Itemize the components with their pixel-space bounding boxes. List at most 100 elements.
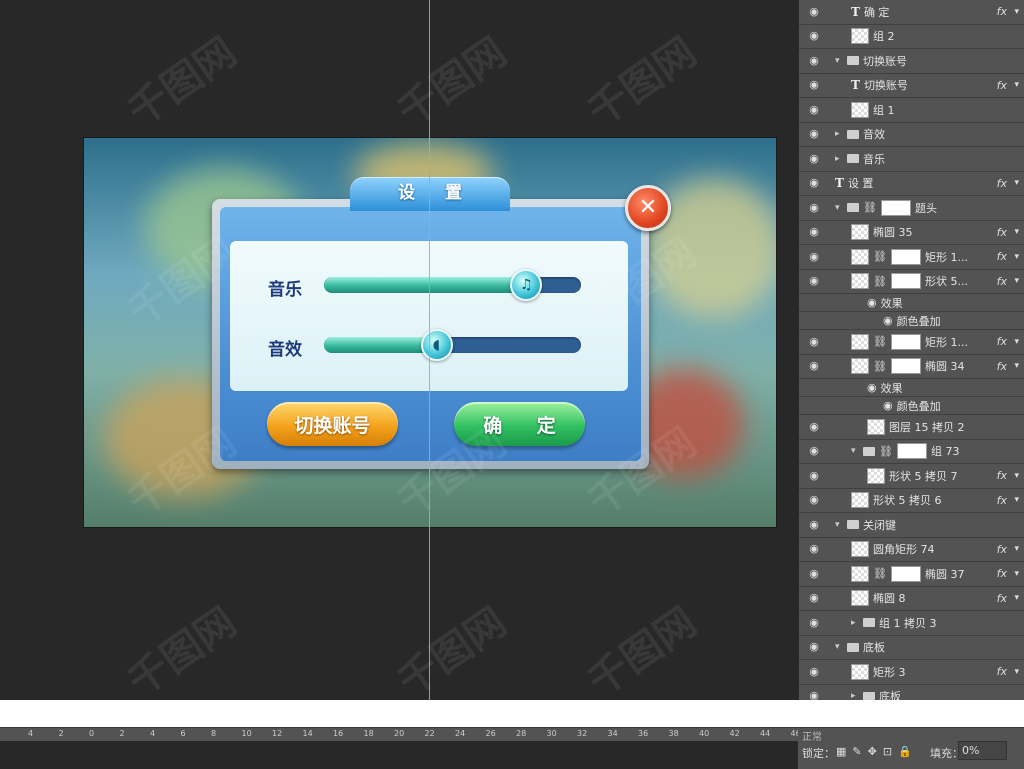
layer-row[interactable]: ◉ 圆角矩形 74 fx ▾ [799, 537, 1024, 562]
eye-icon[interactable]: ◉ [807, 54, 821, 68]
fx-icon[interactable]: fx [997, 665, 1007, 678]
layer-row[interactable]: ◉ 椭圆 8 fx ▾ [799, 586, 1024, 611]
eye-icon[interactable]: ◉ [807, 29, 821, 43]
eye-icon[interactable]: ◉ [807, 591, 821, 605]
mask-thumbnail [890, 565, 921, 582]
music-note-icon[interactable]: ♫ [510, 269, 543, 301]
fx-icon[interactable]: fx [997, 543, 1007, 556]
eye-icon[interactable]: ◉ [807, 567, 821, 581]
layer-row[interactable]: ◉ 效果 [799, 294, 1024, 312]
fx-icon[interactable]: fx [997, 177, 1007, 190]
eye-icon[interactable]: ◉ [807, 103, 821, 117]
layer-row[interactable]: ◉ ▸ 底板 [799, 684, 1024, 700]
chevron-down-icon[interactable]: ▾ [1014, 544, 1019, 554]
chevron-down-icon[interactable]: ▾ [1014, 178, 1019, 188]
eye-icon[interactable]: ◉ [807, 359, 821, 373]
horizontal-ruler[interactable]: 4 2 0 2 4 6 8 10 12 14 16 18 20 22 24 26 28 30 32 34 36 38 40 4… [0, 727, 801, 742]
chevron-down-icon[interactable]: ▾ [1014, 667, 1019, 677]
chevron-down-icon[interactable]: ▾ [1014, 361, 1019, 371]
fx-icon[interactable]: fx [997, 5, 1007, 18]
layer-row[interactable]: ◉ ⛓ 椭圆 37 fx ▾ [799, 562, 1024, 587]
layer-row[interactable]: ◉ 组 1 [799, 98, 1024, 123]
layer-row[interactable]: ◉ 形状 5 拷贝 7 fx ▾ [799, 464, 1024, 489]
eye-icon[interactable]: ◉ [807, 152, 821, 166]
eye-icon[interactable]: ◉ [807, 335, 821, 349]
layer-row[interactable]: ◉ T 确 定 fx ▾ [799, 0, 1024, 25]
layer-name: 组 2 [873, 30, 895, 44]
eye-icon[interactable]: ◉ [807, 542, 821, 556]
music-slider[interactable]: ♫ [324, 269, 581, 301]
fx-icon[interactable]: fx [997, 250, 1007, 263]
eye-icon[interactable]: ◉ [807, 250, 821, 264]
fx-icon[interactable]: fx [997, 79, 1007, 92]
fx-icon[interactable]: fx [997, 226, 1007, 239]
layer-row[interactable]: ◉ 图层 15 拷贝 2 [799, 415, 1024, 440]
eye-icon[interactable]: ◉ [807, 444, 821, 458]
layer-row[interactable]: ◉ T 设 置 fx ▾ [799, 171, 1024, 196]
layer-row[interactable]: ◉ ▸ 组 1 拷贝 3 [799, 611, 1024, 636]
layer-row[interactable]: ◉ 颜色叠加 [799, 397, 1024, 415]
eye-icon[interactable]: ◉ [807, 469, 821, 483]
eye-icon[interactable]: ◉ [807, 78, 821, 92]
layer-row[interactable]: ◉ ⛓ 形状 5... fx ▾ [799, 269, 1024, 294]
chevron-down-icon[interactable]: ▾ [1014, 495, 1019, 505]
fx-icon[interactable]: fx [997, 275, 1007, 288]
eye-icon[interactable]: ◉ [807, 689, 821, 700]
close-button[interactable]: ✕ [625, 185, 671, 231]
switch-account-button[interactable]: 切换账号 [267, 402, 398, 446]
eye-icon[interactable]: ◉ [807, 640, 821, 654]
layer-row[interactable]: ◉ ▸ 音乐 [799, 147, 1024, 172]
chevron-down-icon[interactable]: ▾ [1014, 593, 1019, 603]
watermark-logo: 千图网 [119, 29, 245, 136]
eye-icon[interactable]: ◉ [807, 274, 821, 288]
speaker-icon[interactable]: ◖ [420, 329, 453, 361]
fx-icon[interactable]: fx [997, 469, 1007, 482]
eye-icon[interactable]: ◉ [807, 225, 821, 239]
fx-icon[interactable]: fx [997, 494, 1007, 507]
chevron-down-icon[interactable]: ▾ [1014, 471, 1019, 481]
layer-row[interactable]: ◉ ⛓ 矩形 1... fx ▾ [799, 245, 1024, 270]
eye-icon[interactable]: ◉ [807, 127, 821, 141]
layer-row[interactable]: ◉ 组 2 [799, 24, 1024, 49]
eye-icon[interactable]: ◉ [807, 201, 821, 215]
chevron-down-icon[interactable]: ▾ [1014, 7, 1019, 17]
link-icon: ⛓ [873, 567, 887, 581]
blend-mode-select[interactable]: 正常 [802, 728, 822, 743]
fx-icon[interactable]: fx [997, 567, 1007, 580]
layer-row[interactable]: ◉ ⛓ 椭圆 34 fx ▾ [799, 354, 1024, 379]
layer-row[interactable]: ◉ ▸ 音效 [799, 122, 1024, 147]
layer-row[interactable]: ◉ 形状 5 拷贝 6 fx ▾ [799, 488, 1024, 513]
layer-row[interactable]: ◉ ▾ 底板 [799, 635, 1024, 660]
sfx-slider[interactable]: ◖ [324, 329, 581, 361]
chevron-down-icon[interactable]: ▾ [1014, 80, 1019, 90]
layer-row[interactable]: ◉ ▾ 关闭键 [799, 513, 1024, 538]
layer-row[interactable]: ◉ 效果 [799, 379, 1024, 397]
layer-row[interactable]: ◉ 椭圆 35 fx ▾ [799, 220, 1024, 245]
layer-row[interactable]: ◉ ▾ 切换账号 [799, 49, 1024, 74]
chevron-down-icon[interactable]: ▾ [1014, 569, 1019, 579]
vertical-guide-line[interactable] [429, 0, 430, 700]
chevron-down-icon[interactable]: ▾ [1014, 276, 1019, 286]
layer-row[interactable]: ◉ ▾ ⛓ 组 73 [799, 439, 1024, 464]
layer-row[interactable]: ◉ ▾ ⛓ 题头 [799, 196, 1024, 221]
chevron-down-icon[interactable]: ▾ [1014, 337, 1019, 347]
chevron-down-icon[interactable]: ▾ [1014, 227, 1019, 237]
fx-icon[interactable]: fx [997, 335, 1007, 348]
layer-row[interactable]: ◉ 矩形 3 fx ▾ [799, 660, 1024, 685]
fx-icon[interactable]: fx [997, 592, 1007, 605]
fx-icon[interactable]: fx [997, 360, 1007, 373]
eye-icon[interactable]: ◉ [807, 665, 821, 679]
eye-icon[interactable]: ◉ [807, 176, 821, 190]
chevron-down-icon[interactable]: ▾ [1014, 252, 1019, 262]
layer-row[interactable]: ◉ 颜色叠加 [799, 312, 1024, 330]
confirm-button[interactable]: 确 定 [454, 402, 585, 446]
eye-icon[interactable]: ◉ [807, 5, 821, 19]
layer-row[interactable]: ◉ ⛓ 矩形 1... fx ▾ [799, 330, 1024, 355]
lock-icons[interactable]: ▦✎✥⊡🔒 [836, 745, 918, 758]
layer-row[interactable]: ◉ T 切换账号 fx ▾ [799, 73, 1024, 98]
fill-input[interactable]: 0% [958, 741, 1007, 760]
eye-icon[interactable]: ◉ [807, 616, 821, 630]
eye-icon[interactable]: ◉ [807, 420, 821, 434]
eye-icon[interactable]: ◉ [807, 493, 821, 507]
eye-icon[interactable]: ◉ [807, 518, 821, 532]
